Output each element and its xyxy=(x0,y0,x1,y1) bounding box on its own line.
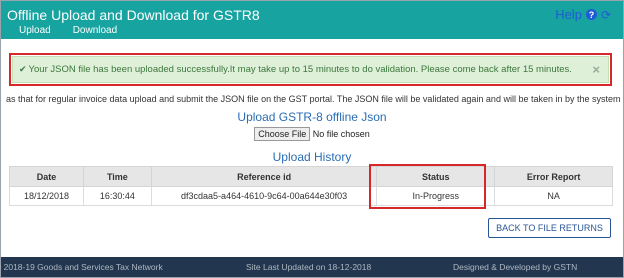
file-status-text: No file chosen xyxy=(312,129,370,139)
tab-bar: Upload Download xyxy=(19,25,117,41)
column-header-time: Time xyxy=(82,166,152,187)
cell-reference-id: df3cdaa5-a464-4610-9c64-00a644e30f03 xyxy=(150,186,378,206)
upload-section-title: Upload GSTR-8 offline Json xyxy=(237,110,387,124)
success-alert: ✔ Your JSON file has been uploaded succe… xyxy=(12,56,609,83)
question-circle-icon[interactable]: ? xyxy=(585,9,597,20)
status-highlight-frame xyxy=(369,164,486,209)
table-header-row: Date Time Reference id Status Error Repo… xyxy=(9,166,613,187)
upload-history-table: Date Time Reference id Status Error Repo… xyxy=(9,166,613,206)
alert-message: Your JSON file has been uploaded success… xyxy=(28,64,572,75)
footer-designed-by: Designed & Developed by GSTN xyxy=(453,262,578,272)
cell-time: 16:30:44 xyxy=(82,186,152,206)
cell-error-report: NA xyxy=(494,186,613,206)
help-label[interactable]: Help xyxy=(555,7,582,22)
choose-file-button[interactable]: Choose File xyxy=(254,127,311,141)
column-header-reference-id: Reference id xyxy=(150,166,378,187)
tab-upload[interactable]: Upload xyxy=(19,25,51,41)
footer-last-updated: Site Last Updated on 18-12-2018 xyxy=(246,262,372,272)
tab-download[interactable]: Download xyxy=(73,25,117,41)
help-link[interactable]: Help ? ⟳ xyxy=(555,7,611,22)
close-icon[interactable]: × xyxy=(592,62,600,77)
page-header: Offline Upload and Download for GSTR8 He… xyxy=(1,1,623,41)
page-footer: © 2018-19 Goods and Services Tax Network… xyxy=(0,257,623,277)
file-input-row: Choose File No file chosen xyxy=(0,127,624,141)
upload-history-title: Upload History xyxy=(272,150,352,164)
check-circle-icon: ✔ xyxy=(19,64,27,74)
info-text: as that for regular invoice data upload … xyxy=(6,94,622,104)
refresh-icon[interactable]: ⟳ xyxy=(601,8,611,22)
page-title: Offline Upload and Download for GSTR8 xyxy=(7,7,260,23)
back-to-file-returns-button[interactable]: BACK TO FILE RETURNS xyxy=(488,218,611,238)
column-header-error-report: Error Report xyxy=(494,166,613,187)
cell-date: 18/12/2018 xyxy=(9,186,84,206)
table-row: 18/12/2018 16:30:44 df3cdaa5-a464-4610-9… xyxy=(9,186,613,206)
footer-copyright: © 2018-19 Goods and Services Tax Network xyxy=(0,262,163,272)
column-header-date: Date xyxy=(9,166,84,187)
